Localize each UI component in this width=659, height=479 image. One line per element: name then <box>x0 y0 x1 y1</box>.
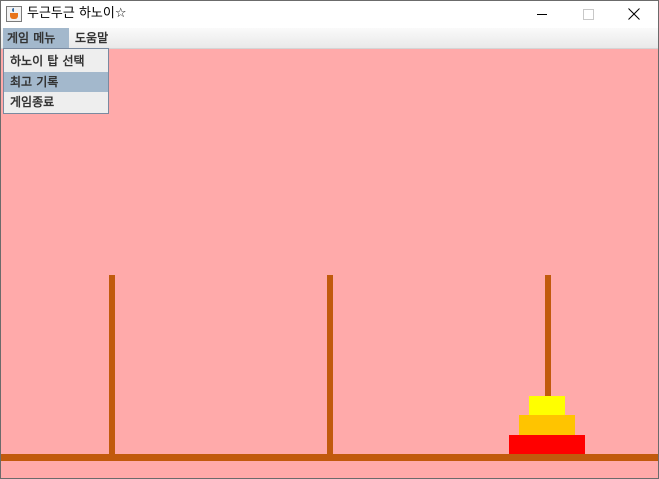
base-plank <box>1 454 658 461</box>
cup-shape <box>10 13 18 19</box>
java-cup-icon[interactable] <box>6 6 22 22</box>
minimize-button[interactable] <box>520 1 566 28</box>
menu-item-high-score[interactable]: 최고 기록 <box>4 72 108 92</box>
game-menu-dropdown: 하노이 탑 선택 최고 기록 게임종료 <box>3 48 109 114</box>
maximize-button[interactable] <box>566 1 612 28</box>
close-button[interactable] <box>612 1 658 28</box>
menu-item-exit-game[interactable]: 게임종료 <box>4 92 108 112</box>
menu-game[interactable]: 게임 메뉴 <box>3 28 69 48</box>
close-icon <box>628 8 640 20</box>
peg-1[interactable] <box>109 275 115 459</box>
minimize-icon <box>537 14 547 15</box>
disk-small[interactable] <box>529 396 565 415</box>
menu-item-select-tower[interactable]: 하노이 탑 선택 <box>4 51 108 71</box>
disk-large[interactable] <box>509 435 585 454</box>
disk-medium[interactable] <box>519 415 575 435</box>
menu-help[interactable]: 도움말 <box>71 28 117 48</box>
maximize-icon <box>583 9 594 20</box>
menu-bar: 게임 메뉴 도움말 <box>1 28 658 49</box>
steam-shape <box>12 8 18 12</box>
peg-2[interactable] <box>327 275 333 459</box>
title-bar[interactable]: 두근두근 하노이☆ <box>1 1 658 28</box>
app-window: 두근두근 하노이☆ 게임 메뉴 도움말 하노이 탑 선택 최고 기록 게임종료 <box>0 0 659 479</box>
window-title: 두근두근 하노이☆ <box>27 6 127 21</box>
